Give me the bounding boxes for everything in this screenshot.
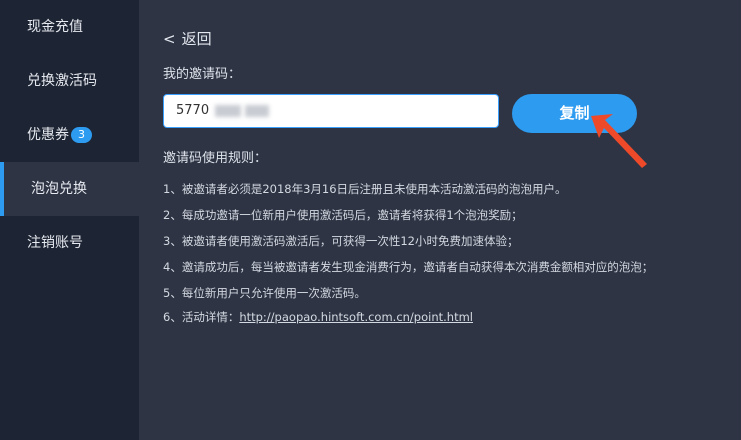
activity-details-link[interactable]: http://paopao.hintsoft.com.cn/point.html bbox=[239, 310, 473, 324]
invite-code-label: 我的邀请码： bbox=[163, 67, 242, 82]
back-label: 返回 bbox=[181, 30, 212, 48]
app-window: 现金充值 兑换激活码 优惠券 3 泡泡兑换 注销账号 < 返回 我的邀请码： 57… bbox=[0, 0, 741, 440]
red-arrow-icon bbox=[591, 114, 647, 168]
redacted-mask bbox=[215, 104, 242, 117]
sidebar: 现金充值 兑换激活码 优惠券 3 泡泡兑换 注销账号 bbox=[0, 0, 139, 440]
sidebar-item-label: 现金充值 bbox=[27, 19, 83, 35]
sidebar-item-label: 优惠券 bbox=[27, 127, 69, 143]
back-button[interactable]: < 返回 bbox=[163, 30, 212, 48]
sidebar-item-redeem-code[interactable]: 兑换激活码 bbox=[0, 54, 139, 108]
rule-item-details: 6、活动详情：http://paopao.hintsoft.com.cn/poi… bbox=[163, 309, 473, 325]
coupon-count-badge: 3 bbox=[71, 127, 92, 143]
sidebar-item-bubble-exchange[interactable]: 泡泡兑换 bbox=[0, 162, 139, 216]
main-panel: < 返回 我的邀请码： 5770 复制 邀请码使用规则： 1、被邀请者必须是201… bbox=[139, 0, 741, 440]
sidebar-item-cancel-account[interactable]: 注销账号 bbox=[0, 216, 139, 270]
sidebar-item-label: 兑换激活码 bbox=[27, 73, 97, 89]
rule-item: 2、每成功邀请一位新用户使用激活码后，邀请者将获得1个泡泡奖励； bbox=[163, 208, 523, 222]
invite-code-field[interactable]: 5770 bbox=[163, 94, 499, 128]
rule-item: 5、每位新用户只允许使用一次激活码。 bbox=[163, 286, 366, 300]
rule-item: 3、被邀请者使用激活码激活后，可获得一次性12小时免费加速体验； bbox=[163, 234, 519, 248]
sidebar-item-coupons[interactable]: 优惠券 3 bbox=[0, 108, 139, 162]
sidebar-item-label: 泡泡兑换 bbox=[31, 181, 87, 197]
sidebar-item-label: 注销账号 bbox=[27, 235, 83, 251]
rule-item: 1、被邀请者必须是2018年3月16日后注册且未使用本活动激活码的泡泡用户。 bbox=[163, 182, 567, 196]
invite-code-value: 5770 bbox=[176, 103, 210, 118]
rule-details-prefix: 6、活动详情： bbox=[163, 310, 240, 324]
redacted-mask bbox=[245, 104, 270, 117]
sidebar-item-cash-recharge[interactable]: 现金充值 bbox=[0, 0, 139, 54]
rule-item: 4、邀请成功后，每当被邀请者发生现金消费行为，邀请者自动获得本次消费金额相对应的… bbox=[163, 260, 654, 274]
chevron-left-icon: < bbox=[163, 30, 176, 48]
rules-title: 邀请码使用规则： bbox=[163, 151, 268, 166]
active-indicator bbox=[0, 162, 4, 216]
